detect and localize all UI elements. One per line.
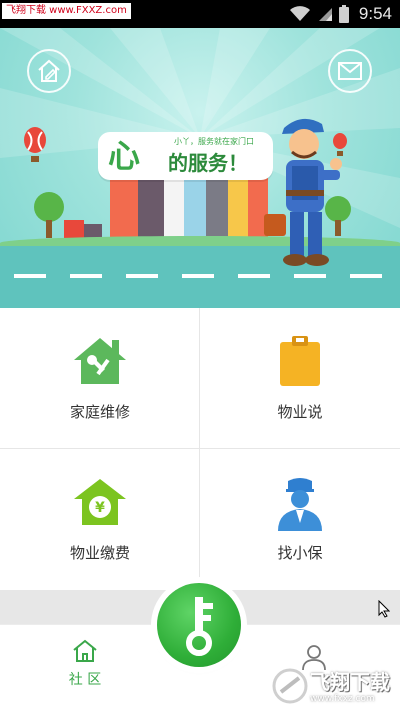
property-payment-tile[interactable]: ¥ 物业缴费 <box>0 449 200 590</box>
status-icons: 9:54 <box>289 0 392 28</box>
clipboard-icon <box>280 336 320 386</box>
watermark-url: www.fxxz.com <box>310 694 375 704</box>
mail-icon <box>338 62 362 80</box>
service-grid: 家庭维修 物业说 ¥ 物业缴费 找小保 <box>0 308 400 590</box>
home-icon <box>73 639 97 662</box>
key-icon <box>186 597 213 656</box>
sign-small-text: 小丫，服务就在家门口 <box>174 137 254 146</box>
property-payment-label: 物业缴费 <box>69 544 130 562</box>
security-guard-icon <box>278 478 322 531</box>
home-repair-label: 家庭维修 <box>69 403 130 421</box>
property-notice-tile[interactable]: 物业说 <box>200 308 400 449</box>
hero-banner: 心 小丫，服务就在家门口 的服务！ <box>0 28 400 308</box>
watermark-logo-icon <box>272 668 308 704</box>
watermark-bottom: 飞翔下载 www.fxxz.com <box>272 664 396 708</box>
signal-icon <box>318 8 332 21</box>
find-guard-tile[interactable]: 找小保 <box>200 449 400 590</box>
find-guard-label: 找小保 <box>277 544 323 562</box>
home-repair-tile[interactable]: 家庭维修 <box>0 308 200 449</box>
nav-community[interactable]: 社 区 <box>55 639 115 689</box>
nav-community-label: 社 区 <box>68 672 102 688</box>
wifi-icon <box>289 6 310 21</box>
house-wrench-icon <box>74 338 126 384</box>
tree-left <box>34 192 64 238</box>
watermark-title: 飞翔下载 <box>310 670 390 694</box>
sign-main-text: 的服务！ <box>168 151 248 175</box>
balloon-left-icon <box>24 127 46 162</box>
battery-icon <box>338 5 349 23</box>
property-notice-label: 物业说 <box>277 403 323 421</box>
repairman-mascot <box>264 118 342 266</box>
svg-text:¥: ¥ <box>95 500 105 516</box>
message-button[interactable] <box>328 49 372 93</box>
house-yen-icon: ¥ <box>74 479 126 525</box>
key-unlock-button[interactable] <box>157 583 241 667</box>
status-bar: 飞翔下载 www.FXXZ.com 9:54 <box>0 0 400 28</box>
mouse-cursor-icon <box>378 600 390 618</box>
clock: 9:54 <box>358 4 392 23</box>
home-edit-button[interactable] <box>27 49 71 93</box>
watermark-top: 飞翔下载 www.FXXZ.com <box>2 3 131 19</box>
banner-sign: 心 小丫，服务就在家门口 的服务！ <box>98 132 273 180</box>
home-edit-icon <box>38 59 60 82</box>
sign-big-text: 心 <box>108 137 141 175</box>
